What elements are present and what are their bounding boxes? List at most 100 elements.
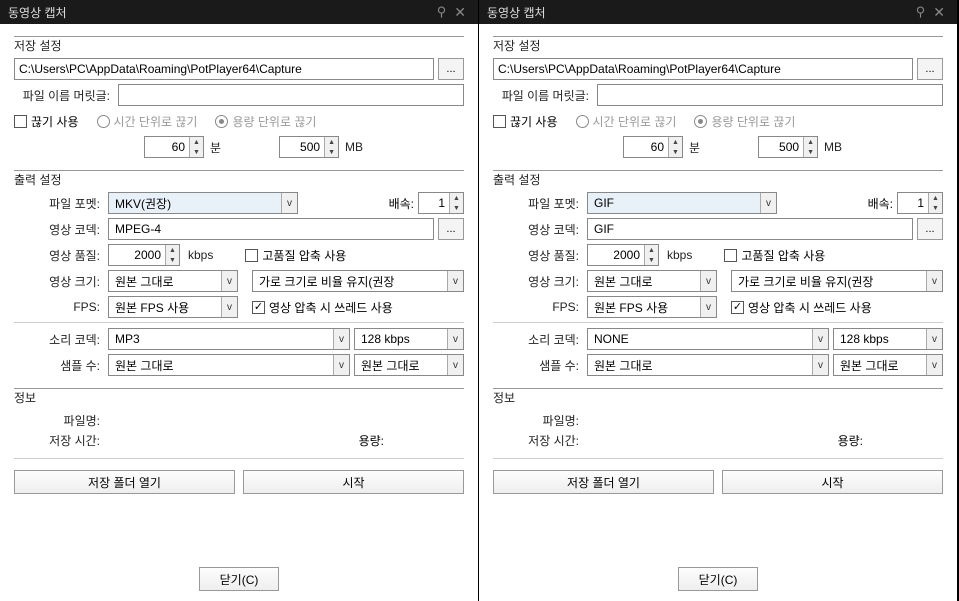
prefix-input[interactable] (118, 84, 464, 106)
acodec-combo[interactable]: NONE v (587, 328, 829, 350)
checkbox-icon (493, 115, 506, 128)
vqual-spinner[interactable]: ▲▼ (587, 244, 659, 266)
spinner-down-icon[interactable]: ▼ (190, 147, 203, 157)
hq-checkbox[interactable]: 고품질 압축 사용 (724, 247, 825, 264)
close-button[interactable]: 닫기(C) (199, 567, 279, 591)
spinner-up-icon[interactable]: ▲ (190, 137, 203, 147)
prefix-input[interactable] (597, 84, 943, 106)
start-button[interactable]: 시작 (243, 470, 464, 494)
spinner-up-icon[interactable]: ▲ (645, 245, 658, 255)
spinner-down-icon[interactable]: ▼ (929, 203, 942, 213)
checkbox-icon (252, 301, 265, 314)
cut-use-checkbox[interactable]: 끊기 사용 (493, 113, 558, 130)
open-folder-button[interactable]: 저장 폴더 열기 (14, 470, 235, 494)
info-group-label: 정보 (493, 389, 519, 406)
cut-time-radio[interactable]: 시간 단위로 끊기 (97, 113, 198, 130)
spinner-down-icon[interactable]: ▼ (325, 147, 338, 157)
chevron-down-icon: v (700, 297, 716, 317)
start-button[interactable]: 시작 (722, 470, 943, 494)
vcodec-value: GIF (587, 218, 913, 240)
asample2-combo[interactable]: 원본 그대로 v (354, 354, 464, 376)
cut-size-radio[interactable]: 용량 단위로 끊기 (215, 113, 316, 130)
spinner-up-icon[interactable]: ▲ (166, 245, 179, 255)
info-group: 정보 파일명: 저장 시간: 용량: (493, 388, 943, 450)
asample2-combo[interactable]: 원본 그대로 v (833, 354, 943, 376)
cut-size-spinner[interactable]: ▲▼ (279, 136, 339, 158)
checkbox-icon (245, 249, 258, 262)
filename-label: 파일명: (14, 412, 104, 429)
save-path-input[interactable] (493, 58, 913, 80)
browse-button[interactable]: ... (917, 58, 943, 80)
spinner-up-icon[interactable]: ▲ (325, 137, 338, 147)
vcodec-browse-button[interactable]: ... (917, 218, 943, 240)
cut-time-spinner[interactable]: ▲▼ (623, 136, 683, 158)
format-label: 파일 포멧: (14, 195, 104, 212)
cut-use-checkbox[interactable]: 끊기 사용 (14, 113, 79, 130)
spinner-down-icon[interactable]: ▼ (669, 147, 682, 157)
thread-checkbox[interactable]: 영상 압축 시 쓰레드 사용 (252, 299, 393, 316)
format-combo[interactable]: MKV(권장) v (108, 192, 298, 214)
spinner-up-icon[interactable]: ▲ (669, 137, 682, 147)
close-icon[interactable]: ✕ (929, 4, 949, 21)
thread-checkbox[interactable]: 영상 압축 시 쓰레드 사용 (731, 299, 872, 316)
chevron-down-icon: v (812, 329, 828, 349)
time-label: 저장 시간: (14, 432, 104, 449)
chevron-down-icon: v (926, 329, 942, 349)
chevron-down-icon: v (700, 271, 716, 291)
aspect-combo[interactable]: 가로 크기로 비율 유지(권장 v (252, 270, 464, 292)
titlebar: 동영상 캡처 ⚲ ✕ (479, 0, 957, 24)
vcodec-browse-button[interactable]: ... (438, 218, 464, 240)
cut-time-spinner[interactable]: ▲▼ (144, 136, 204, 158)
chevron-down-icon: v (447, 355, 463, 375)
window-title: 동영상 캡처 (487, 4, 546, 21)
pin-icon[interactable]: ⚲ (433, 4, 451, 20)
open-folder-button[interactable]: 저장 폴더 열기 (493, 470, 714, 494)
speed-label: 배속: (868, 195, 893, 212)
vsize-combo[interactable]: 원본 그대로 v (108, 270, 238, 292)
speed-label: 배속: (389, 195, 414, 212)
prefix-label: 파일 이름 머릿글: (493, 87, 593, 104)
hq-checkbox[interactable]: 고품질 압축 사용 (245, 247, 346, 264)
fps-combo[interactable]: 원본 FPS 사용 v (587, 296, 717, 318)
radio-icon (97, 115, 110, 128)
spinner-down-icon[interactable]: ▼ (645, 255, 658, 265)
aspect-combo[interactable]: 가로 크기로 비율 유지(권장 v (731, 270, 943, 292)
cut-size-spinner[interactable]: ▲▼ (758, 136, 818, 158)
asample-combo[interactable]: 원본 그대로 v (587, 354, 829, 376)
chevron-down-icon: v (926, 271, 942, 291)
chevron-down-icon: v (221, 297, 237, 317)
spinner-up-icon[interactable]: ▲ (929, 193, 942, 203)
speed-spinner[interactable]: ▲▼ (897, 192, 943, 214)
close-button[interactable]: 닫기(C) (678, 567, 758, 591)
abitrate-combo[interactable]: 128 kbps v (354, 328, 464, 350)
spinner-down-icon[interactable]: ▼ (166, 255, 179, 265)
acodec-combo[interactable]: MP3 v (108, 328, 350, 350)
radio-icon (576, 115, 589, 128)
speed-spinner[interactable]: ▲▼ (418, 192, 464, 214)
abitrate-combo[interactable]: 128 kbps v (833, 328, 943, 350)
save-settings-group: 저장 설정 ... 파일 이름 머릿글: 끊기 사용 시간 단위로 끊기 (493, 36, 943, 162)
filename-label: 파일명: (493, 412, 583, 429)
browse-button[interactable]: ... (438, 58, 464, 80)
spinner-down-icon[interactable]: ▼ (450, 203, 463, 213)
chevron-down-icon: v (760, 193, 776, 213)
vqual-spinner[interactable]: ▲▼ (108, 244, 180, 266)
save-settings-group: 저장 설정 ... 파일 이름 머릿글: 끊기 사용 시간 단위로 끊기 (14, 36, 464, 162)
close-icon[interactable]: ✕ (450, 4, 470, 21)
cut-size-radio[interactable]: 용량 단위로 끊기 (694, 113, 795, 130)
fps-combo[interactable]: 원본 FPS 사용 v (108, 296, 238, 318)
pin-icon[interactable]: ⚲ (912, 4, 930, 20)
output-settings-group: 출력 설정 파일 포멧: MKV(권장) v 배속: ▲▼ 영상 코덱: MPE… (14, 170, 464, 380)
vsize-combo[interactable]: 원본 그대로 v (587, 270, 717, 292)
save-group-label: 저장 설정 (493, 37, 545, 54)
format-combo[interactable]: GIF v (587, 192, 777, 214)
spinner-up-icon[interactable]: ▲ (804, 137, 817, 147)
cut-time-radio[interactable]: 시간 단위로 끊기 (576, 113, 677, 130)
asample-combo[interactable]: 원본 그대로 v (108, 354, 350, 376)
vqual-label: 영상 품질: (14, 247, 104, 264)
output-group-label: 출력 설정 (493, 171, 545, 188)
checkbox-icon (724, 249, 737, 262)
spinner-up-icon[interactable]: ▲ (450, 193, 463, 203)
spinner-down-icon[interactable]: ▼ (804, 147, 817, 157)
save-path-input[interactable] (14, 58, 434, 80)
